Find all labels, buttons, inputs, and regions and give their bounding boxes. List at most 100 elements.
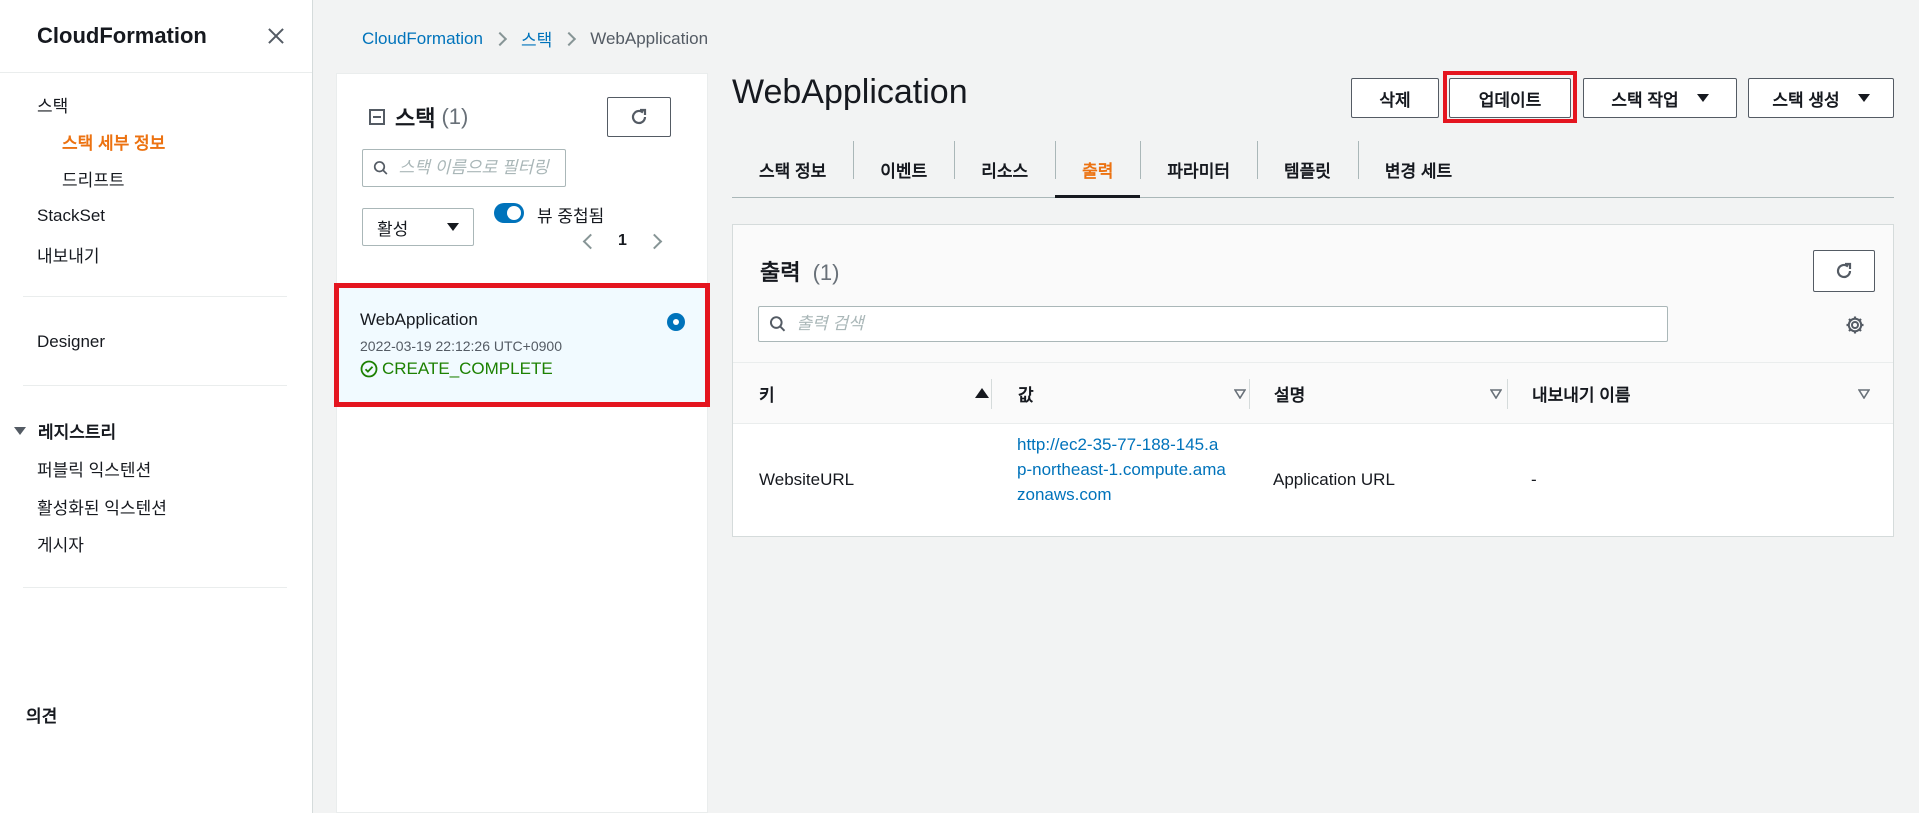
outputs-count: (1): [812, 260, 840, 285]
stack-count: (1): [441, 104, 469, 129]
gear-icon[interactable]: [1845, 315, 1865, 335]
caret-down-icon: [1696, 94, 1709, 102]
outputs-title-wrap: 출력 (1): [760, 255, 840, 287]
success-check-icon: [360, 360, 378, 378]
status-filter-value: 활성: [377, 219, 409, 239]
tab-template[interactable]: 템플릿: [1256, 141, 1358, 197]
nested-view-label: 뷰 중첩됨: [537, 207, 605, 226]
sort-ascending-icon: [975, 388, 989, 398]
sidebar-section-registry[interactable]: 레지스트리: [14, 418, 116, 443]
refresh-stacks-button[interactable]: [607, 97, 671, 137]
output-export-name: -: [1531, 470, 1537, 489]
column-value-label: 값: [1018, 386, 1034, 405]
stack-name[interactable]: WebApplication: [360, 310, 478, 330]
current-page[interactable]: 1: [618, 232, 627, 250]
stack-list-item[interactable]: WebApplication 2022-03-19 22:12:26 UTC+0…: [334, 283, 710, 407]
feedback-link[interactable]: 의견: [26, 702, 57, 727]
breadcrumb-cloudformation[interactable]: CloudFormation: [362, 29, 483, 49]
outputs-panel: 출력 (1) 키 값: [732, 224, 1894, 537]
sidebar-section-label: 레지스트리: [38, 423, 117, 442]
search-icon: [769, 316, 786, 332]
sidebar-item-activated-extensions[interactable]: 활성화된 익스텐션: [37, 494, 167, 519]
close-icon[interactable]: [264, 24, 288, 48]
delete-button[interactable]: 삭제: [1351, 78, 1439, 118]
page-title: WebApplication: [732, 73, 968, 111]
tab-stack-info[interactable]: 스택 정보: [732, 141, 853, 197]
update-button[interactable]: 업데이트: [1449, 78, 1571, 118]
tab-change-sets[interactable]: 변경 세트: [1357, 141, 1479, 197]
refresh-icon: [1836, 262, 1852, 279]
sidebar-item-designer[interactable]: Designer: [37, 332, 105, 352]
tab-parameters[interactable]: 파라미터: [1140, 141, 1257, 197]
sidebar-divider: [23, 385, 287, 386]
caret-down-icon: [1857, 94, 1870, 102]
outputs-search-field[interactable]: [758, 306, 1668, 342]
sidebar-item-publishers[interactable]: 게시자: [37, 531, 84, 556]
caret-down-icon: [447, 223, 459, 231]
chevron-right-icon: [562, 31, 577, 46]
stack-actions-button[interactable]: 스택 작업: [1583, 78, 1737, 118]
next-page-icon[interactable]: [646, 233, 663, 249]
stack-filter-input[interactable]: [398, 158, 565, 178]
sidebar-item-public-extensions[interactable]: 퍼블릭 익스텐션: [37, 456, 151, 481]
outputs-title: 출력: [760, 260, 801, 285]
collapse-icon[interactable]: [369, 109, 385, 125]
status-filter-select[interactable]: 활성: [362, 208, 474, 246]
outputs-search-input[interactable]: [796, 314, 1667, 334]
refresh-outputs-button[interactable]: [1813, 250, 1875, 292]
sidebar-item-stackset[interactable]: StackSet: [37, 206, 105, 226]
sidebar-item-stacks[interactable]: 스택: [37, 92, 68, 117]
breadcrumb-stacks[interactable]: 스택: [521, 26, 552, 51]
previous-page-icon[interactable]: [582, 233, 599, 249]
column-header-description[interactable]: 설명: [1274, 363, 1504, 424]
column-divider: [1249, 379, 1250, 409]
pagination: 1: [582, 232, 663, 250]
refresh-icon: [631, 108, 647, 125]
output-description: Application URL: [1273, 470, 1395, 489]
column-description-label: 설명: [1274, 386, 1306, 405]
column-header-value[interactable]: 값: [1018, 363, 1248, 424]
sidebar-item-exports[interactable]: 내보내기: [37, 242, 100, 267]
outputs-header: 출력 (1): [733, 225, 1893, 363]
tab-resources[interactable]: 리소스: [954, 141, 1055, 197]
stack-list-title: 스택: [395, 106, 436, 131]
tab-outputs[interactable]: 출력: [1055, 141, 1141, 198]
sort-icon: [1858, 389, 1870, 399]
sort-icon: [1234, 389, 1246, 399]
stack-status: CREATE_COMPLETE: [360, 359, 553, 379]
column-key-label: 키: [759, 386, 775, 405]
stack-actions-label: 스택 작업: [1611, 90, 1679, 110]
output-key: WebsiteURL: [759, 470, 855, 489]
breadcrumb: CloudFormation 스택 WebApplication: [362, 26, 708, 51]
detail-tabs: 스택 정보 이벤트 리소스 출력 파라미터 템플릿 변경 세트: [732, 141, 1894, 198]
sidebar-divider: [23, 587, 287, 588]
sidebar-header: CloudFormation: [0, 0, 312, 73]
column-export-name-label: 내보내기 이름: [1532, 386, 1631, 405]
service-title[interactable]: CloudFormation: [37, 23, 207, 49]
column-divider: [1507, 379, 1508, 409]
side-navigation: CloudFormation 스택 스택 세부 정보 드리프트 StackSet…: [0, 0, 313, 813]
sidebar-divider: [23, 296, 287, 297]
tab-events[interactable]: 이벤트: [853, 141, 954, 197]
outputs-table-header: 키 값 설명 내보내기 이름: [733, 363, 1893, 424]
breadcrumb-current: WebApplication: [590, 28, 709, 48]
stack-list-panel: 스택 (1) 활성 뷰 중첩됨 1 WebApplication 2022-03…: [334, 73, 710, 813]
column-header-export-name[interactable]: 내보내기 이름: [1532, 363, 1872, 424]
chevron-right-icon: [492, 31, 508, 46]
nested-view-toggle[interactable]: [494, 203, 524, 223]
output-value-link[interactable]: http://ec2-35-77-188-145.ap-northeast-1.…: [1017, 432, 1227, 507]
selected-radio[interactable]: [667, 313, 685, 331]
caret-down-icon: [14, 426, 26, 435]
sidebar-item-stack-details[interactable]: 스택 세부 정보: [62, 129, 165, 154]
column-divider: [991, 379, 992, 409]
stack-list-header: 스택 (1): [369, 101, 468, 133]
sort-icon: [1490, 389, 1502, 399]
stack-created-date: 2022-03-19 22:12:26 UTC+0900: [360, 338, 562, 354]
column-header-key[interactable]: 키: [759, 363, 989, 424]
create-stack-button[interactable]: 스택 생성: [1748, 78, 1894, 118]
search-icon: [373, 161, 388, 175]
stack-status-text: CREATE_COMPLETE: [382, 359, 553, 378]
create-stack-label: 스택 생성: [1772, 90, 1840, 110]
sidebar-item-drift[interactable]: 드리프트: [62, 166, 125, 191]
stack-filter-field[interactable]: [362, 149, 566, 187]
